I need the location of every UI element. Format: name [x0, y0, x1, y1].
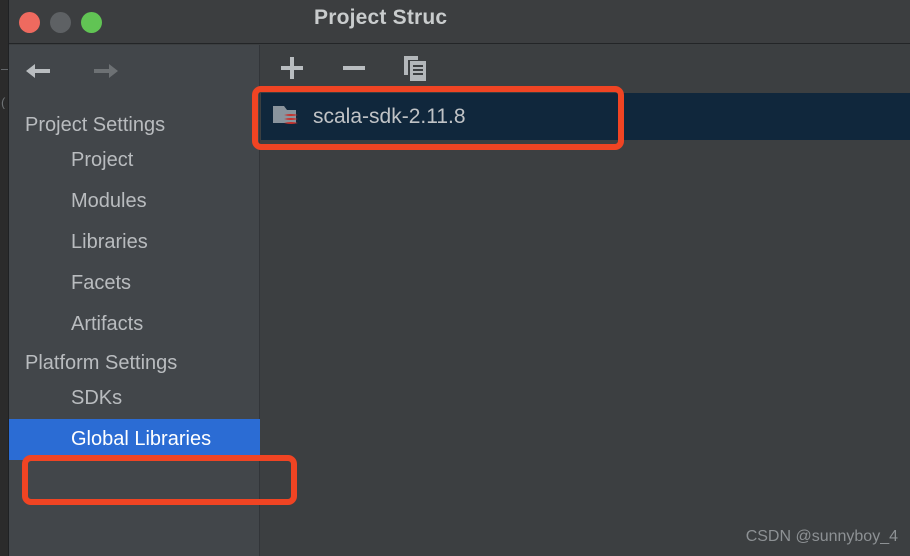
sidebar-item-artifacts[interactable]: Artifacts: [9, 304, 260, 345]
window-left-edge: — (: [0, 0, 9, 556]
window-title: Project Struc: [314, 6, 448, 29]
settings-nav-list: Project Settings Project Modules Librari…: [9, 107, 260, 460]
sidebar-group-platform-settings: Platform Settings: [25, 352, 178, 374]
forward-button[interactable]: [89, 58, 123, 84]
minimize-button[interactable]: [50, 12, 71, 33]
library-toolbar: [261, 45, 910, 91]
sidebar-item-label: Facets: [71, 272, 132, 294]
sidebar-item-label: Modules: [71, 190, 147, 212]
back-button[interactable]: [21, 58, 55, 84]
sidebar-item-label: Global Libraries: [71, 428, 212, 450]
project-structure-window: — ( Project Struc Projec: [0, 0, 910, 556]
arrow-left-icon: [26, 64, 50, 78]
plus-icon: [281, 57, 303, 79]
close-button[interactable]: [19, 12, 40, 33]
minus-icon: [343, 66, 365, 70]
settings-sidebar: Project Settings Project Modules Librari…: [9, 45, 260, 556]
arrow-right-icon: [94, 64, 118, 78]
copy-library-button[interactable]: [399, 51, 433, 85]
sidebar-item-project[interactable]: Project: [9, 140, 260, 181]
library-row-scala-sdk[interactable]: scala-sdk-2.11.8: [261, 93, 910, 140]
window-titlebar: Project Struc: [9, 0, 910, 44]
sidebar-item-facets[interactable]: Facets: [9, 263, 260, 304]
sidebar-group-project-settings: Project Settings: [25, 114, 166, 136]
sidebar-item-global-libraries[interactable]: Global Libraries: [9, 419, 260, 460]
add-library-button[interactable]: [275, 51, 309, 85]
watermark-text: CSDN @sunnyboy_4: [745, 528, 898, 545]
library-name: scala-sdk-2.11.8: [313, 104, 466, 128]
copy-icon: [404, 55, 426, 81]
sidebar-item-label: Libraries: [71, 231, 148, 253]
zoom-button[interactable]: [81, 12, 102, 33]
global-libraries-pane: scala-sdk-2.11.8 CSDN @sunnyboy_4: [261, 45, 910, 556]
remove-library-button[interactable]: [337, 51, 371, 85]
sidebar-item-label: SDKs: [71, 387, 123, 409]
sidebar-item-libraries[interactable]: Libraries: [9, 222, 260, 263]
window-controls: [19, 12, 102, 33]
sidebar-item-label: Artifacts: [71, 313, 144, 335]
scala-library-folder-icon: [273, 105, 298, 124]
sidebar-item-sdks[interactable]: SDKs: [9, 378, 260, 419]
sidebar-item-label: Project: [71, 149, 134, 171]
sidebar-item-modules[interactable]: Modules: [9, 181, 260, 222]
sidebar-navigation: [21, 58, 123, 84]
